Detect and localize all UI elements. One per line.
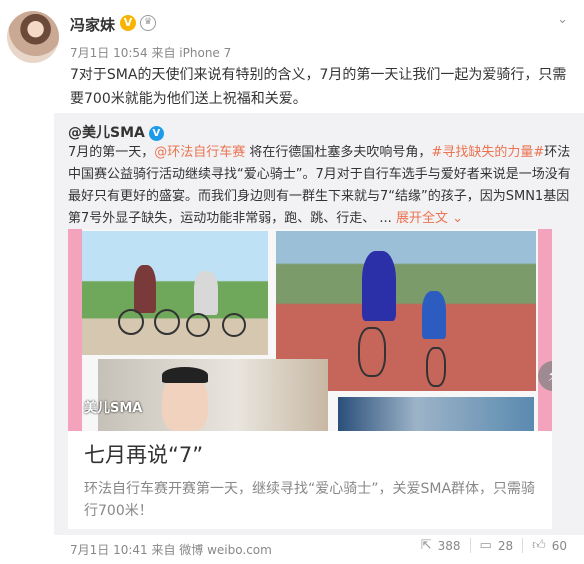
like-count: 60 <box>551 538 567 553</box>
post-meta: 7月1日 10:54 来自 iPhone 7 <box>70 46 232 60</box>
share-icon: ⇱ <box>420 538 432 553</box>
repost-text-part1: 7月的第一天， <box>68 145 155 160</box>
comment-icon: ▭ <box>479 538 492 553</box>
post-text: 7对于SMA的天使们来说有特别的含义，7月的第一天让我们一起为爱骑行，只需要70… <box>70 67 567 107</box>
article-card[interactable]: 七月再说“7” 环法自行车赛开赛第一天，继续寻找“爱心骑士”，关爱SMA群体，只… <box>68 431 552 529</box>
like-button[interactable]: 👍︎ 60 <box>522 538 576 553</box>
repost-count: 388 <box>437 538 461 553</box>
comment-count: 28 <box>497 538 514 553</box>
username[interactable]: 冯家妹 <box>70 14 115 35</box>
repost-container: @美儿SMA V 7月的第一天，@环法自行车赛 将在行德国杜塞多夫吹响号角，#寻找… <box>54 113 584 535</box>
action-bar: ⇱ 388 ▭ 28 👍︎ 60 <box>412 538 576 553</box>
repost-author[interactable]: @美儿SMA V <box>68 122 164 142</box>
chevron-down-icon[interactable]: ⌄ <box>557 12 568 27</box>
image-collage[interactable]: 美儿SMA ⚡ <box>68 229 552 431</box>
card-title[interactable]: 七月再说“7” <box>84 439 203 469</box>
repost-author-name[interactable]: @美儿SMA <box>68 125 145 141</box>
repost-button[interactable]: ⇱ 388 <box>412 538 470 553</box>
decorative-bar <box>538 229 552 431</box>
photo-child-peace-sign[interactable] <box>98 359 328 431</box>
avatar[interactable] <box>7 11 59 63</box>
repost-text-part2: 将在行德国杜塞多夫吹响号角， <box>245 145 432 160</box>
chevron-down-icon: ⌄ <box>452 211 464 226</box>
photo-cyclists[interactable] <box>82 231 268 355</box>
like-icon: 👍︎ <box>532 538 546 553</box>
repost-meta: 7月1日 10:41 来自 微博 weibo.com <box>70 543 272 557</box>
hashtag-link[interactable]: #寻找缺失的力量# <box>431 145 544 160</box>
verified-badge-icon: V <box>120 15 136 31</box>
expand-label[interactable]: 展开全文 <box>396 211 448 226</box>
image-watermark: 美儿SMA <box>84 401 143 416</box>
card-description: 环法自行车赛开赛第一天，继续寻找“爱心骑士”，关爱SMA群体，只需骑行700米！ <box>84 481 536 519</box>
decorative-bar <box>68 229 82 431</box>
member-crown-icon: ♛ <box>140 15 156 31</box>
mention-link[interactable]: @环法自行车赛 <box>154 145 245 160</box>
expand-button[interactable]: 展开全文 ⌄ <box>396 211 463 226</box>
photo-child-closeup[interactable] <box>338 397 534 431</box>
verified-badge-icon: V <box>148 126 164 141</box>
comment-button[interactable]: ▭ 28 <box>469 538 523 553</box>
repost-text: 7月的第一天，@环法自行车赛 将在行德国杜塞多夫吹响号角，#寻找缺失的力量#环法… <box>68 142 578 230</box>
